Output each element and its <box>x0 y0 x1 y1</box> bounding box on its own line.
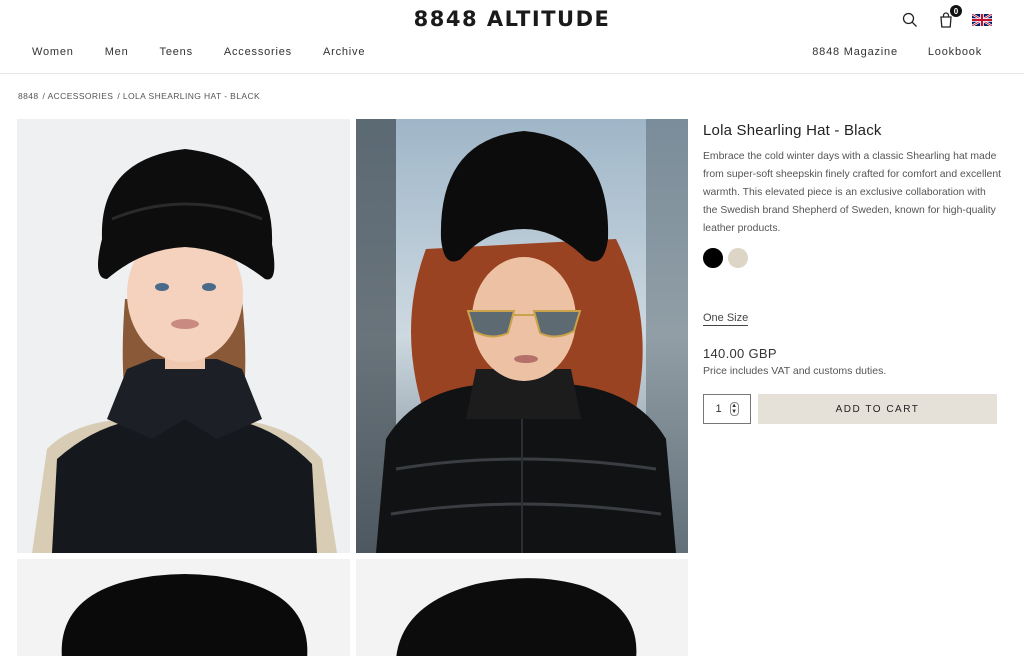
main-nav: Women Men Teens Accessories Archive <box>32 46 396 58</box>
uk-flag-icon[interactable] <box>972 10 992 30</box>
nav-teens[interactable]: Teens <box>160 46 193 58</box>
quantity-value: 1 <box>715 403 722 415</box>
quantity-stepper[interactable]: 1 ▲ ▼ <box>703 394 751 424</box>
size-option[interactable]: One Size <box>703 312 749 326</box>
cart-count-badge: 0 <box>950 5 962 17</box>
header-icons: 0 <box>900 5 992 30</box>
cart-icon[interactable]: 0 <box>936 5 962 30</box>
breadcrumb: 8848 / ACCESSORIES / LOLA SHEARLING HAT … <box>18 91 260 101</box>
swatch-black[interactable] <box>703 248 723 268</box>
product-image-hat-side[interactable] <box>356 559 688 656</box>
swatch-beige[interactable] <box>728 248 748 268</box>
product-details: Lola Shearling Hat - Black Embrace the c… <box>703 122 1003 424</box>
chevron-down-icon[interactable]: ▼ <box>731 409 737 415</box>
product-image-model-front[interactable] <box>17 119 350 553</box>
breadcrumb-home[interactable]: 8848 <box>18 91 39 101</box>
secondary-nav: 8848 Magazine Lookbook <box>812 46 982 58</box>
vat-note: Price includes VAT and customs duties. <box>703 365 887 377</box>
nav-magazine[interactable]: 8848 Magazine <box>812 46 898 58</box>
nav-women[interactable]: Women <box>32 46 74 58</box>
site-header: 8848 ALTITUDE 0 Women Men Teens Accessor… <box>0 0 1024 74</box>
quantity-arrows-icon[interactable]: ▲ ▼ <box>729 402 739 416</box>
product-title: Lola Shearling Hat - Black <box>703 122 882 139</box>
color-swatches <box>703 248 1003 268</box>
nav-lookbook[interactable]: Lookbook <box>928 46 982 58</box>
site-logo[interactable]: 8848 ALTITUDE <box>0 7 1024 31</box>
breadcrumb-current: / LOLA SHEARLING HAT - BLACK <box>117 91 261 101</box>
search-icon[interactable] <box>900 10 920 30</box>
product-image-hat-front[interactable] <box>17 559 350 656</box>
add-to-cart-button[interactable]: ADD TO CART <box>758 394 997 424</box>
product-image-model-lifestyle[interactable] <box>356 119 688 553</box>
breadcrumb-accessories[interactable]: / ACCESSORIES <box>43 91 114 101</box>
nav-accessories[interactable]: Accessories <box>224 46 292 58</box>
nav-men[interactable]: Men <box>105 46 129 58</box>
nav-archive[interactable]: Archive <box>323 46 365 58</box>
product-price: 140.00 GBP <box>703 346 777 361</box>
buy-row: 1 ▲ ▼ ADD TO CART <box>703 394 1003 424</box>
product-description: Embrace the cold winter days with a clas… <box>703 151 1002 234</box>
